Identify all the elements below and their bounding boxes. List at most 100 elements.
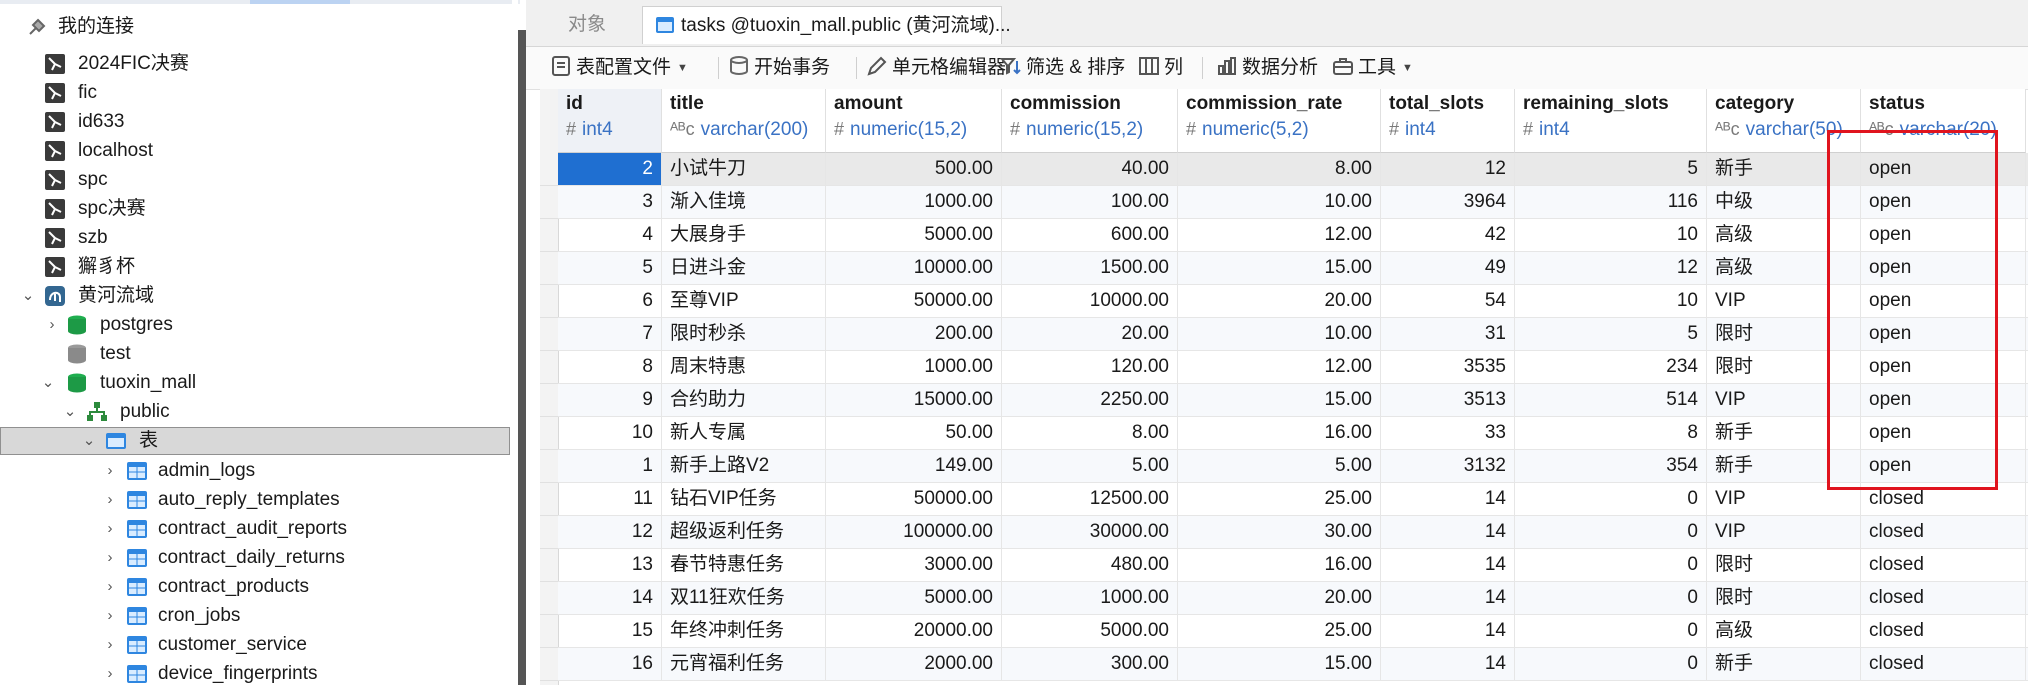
cell-total_slots[interactable]: 3964 (1381, 186, 1515, 218)
cell-title[interactable]: 至尊VIP (662, 285, 826, 317)
cell-amount[interactable]: 3000.00 (826, 549, 1002, 581)
cell-amount[interactable]: 20000.00 (826, 615, 1002, 647)
table-row[interactable]: 5 日进斗金 10000.00 1500.00 15.00 49 12 高级 open (558, 252, 2028, 285)
column-header-id[interactable]: id # int4 (558, 89, 662, 153)
cell-commission_rate[interactable]: 12.00 (1178, 219, 1381, 251)
cell-id[interactable]: 10 (558, 417, 662, 449)
cell-commission_rate[interactable]: 25.00 (1178, 615, 1381, 647)
cell-total_slots[interactable]: 33 (1381, 417, 1515, 449)
tree-database-open[interactable]: ⌄ tuoxin_mall (40, 370, 340, 396)
column-header-remaining_slots[interactable]: remaining_slots # int4 (1515, 89, 1707, 153)
cell-commission_rate[interactable]: 16.00 (1178, 549, 1381, 581)
row-marker[interactable] (540, 252, 558, 285)
cell-category[interactable]: 限时 (1707, 549, 1861, 581)
cell-remaining_slots[interactable]: 5 (1515, 153, 1707, 185)
chevron-right-icon[interactable]: › (102, 574, 118, 600)
row-marker[interactable] (540, 549, 558, 582)
cell-id[interactable]: 1 (558, 450, 662, 482)
chevron-right-icon[interactable]: › (102, 603, 118, 629)
cell-title[interactable]: 大展身手 (662, 219, 826, 251)
cell-total_slots[interactable]: 42 (1381, 219, 1515, 251)
chevron-down-icon[interactable]: ⌄ (20, 283, 36, 309)
tree-connection[interactable]: localhost (44, 138, 404, 164)
tree-connection[interactable]: spc (44, 167, 404, 193)
tree-database[interactable]: test (44, 341, 404, 367)
tree-table-item[interactable]: › contract_daily_returns (102, 545, 462, 571)
cell-amount[interactable]: 200.00 (826, 318, 1002, 350)
cell-id[interactable]: 7 (558, 318, 662, 350)
cell-amount[interactable]: 500.00 (826, 153, 1002, 185)
cell-commission[interactable]: 480.00 (1002, 549, 1178, 581)
chevron-right-icon[interactable]: › (102, 545, 118, 571)
cell-id[interactable]: 11 (558, 483, 662, 515)
cell-id[interactable]: 13 (558, 549, 662, 581)
cell-commission[interactable]: 5000.00 (1002, 615, 1178, 647)
cell-title[interactable]: 限时秒杀 (662, 318, 826, 350)
cell-total_slots[interactable]: 14 (1381, 582, 1515, 614)
column-header-commission_rate[interactable]: commission_rate # numeric(5,2) (1178, 89, 1381, 153)
cell-id[interactable]: 3 (558, 186, 662, 218)
cell-total_slots[interactable]: 14 (1381, 516, 1515, 548)
tree-connection[interactable]: 獬豸杯 (44, 254, 404, 280)
cell-status[interactable]: closed (1861, 648, 2026, 680)
tree-connection[interactable]: id633 (44, 109, 404, 135)
chevron-right-icon[interactable]: › (102, 458, 118, 484)
caret-down-icon[interactable]: ▼ (1402, 62, 1413, 74)
cell-commission_rate[interactable]: 16.00 (1178, 417, 1381, 449)
cell-title[interactable]: 春节特惠任务 (662, 549, 826, 581)
cell-commission_rate[interactable]: 20.00 (1178, 285, 1381, 317)
cell-commission_rate[interactable]: 5.00 (1178, 450, 1381, 482)
cell-id[interactable]: 5 (558, 252, 662, 284)
cell-commission_rate[interactable]: 15.00 (1178, 384, 1381, 416)
chevron-right-icon[interactable]: › (102, 632, 118, 658)
cell-commission[interactable]: 1000.00 (1002, 582, 1178, 614)
table-row[interactable]: 3 渐入佳境 1000.00 100.00 10.00 3964 116 中级 open (558, 186, 2028, 219)
cell-commission[interactable]: 20.00 (1002, 318, 1178, 350)
cell-id[interactable]: 6 (558, 285, 662, 317)
columns-button[interactable]: 列 (1138, 55, 1183, 81)
cell-amount[interactable]: 50000.00 (826, 285, 1002, 317)
cell-total_slots[interactable]: 14 (1381, 483, 1515, 515)
tree-connection[interactable]: fic (44, 80, 404, 106)
chevron-down-icon[interactable]: ⌄ (40, 370, 56, 396)
table-row[interactable]: 12 超级返利任务 100000.00 30000.00 30.00 14 0 VIP clos… (558, 516, 2028, 549)
cell-remaining_slots[interactable]: 0 (1515, 615, 1707, 647)
column-header-total_slots[interactable]: total_slots # int4 (1381, 89, 1515, 153)
cell-total_slots[interactable]: 3513 (1381, 384, 1515, 416)
cell-commission[interactable]: 2250.00 (1002, 384, 1178, 416)
cell-title[interactable]: 渐入佳境 (662, 186, 826, 218)
cell-title[interactable]: 新手上路V2 (662, 450, 826, 482)
cell-title[interactable]: 元宵福利任务 (662, 648, 826, 680)
row-marker[interactable] (540, 450, 558, 483)
tree-schema[interactable]: ⌄ public (62, 399, 362, 425)
cell-remaining_slots[interactable]: 8 (1515, 417, 1707, 449)
cell-amount[interactable]: 10000.00 (826, 252, 1002, 284)
row-marker[interactable] (540, 582, 558, 615)
cell-id[interactable]: 9 (558, 384, 662, 416)
cell-remaining_slots[interactable]: 0 (1515, 516, 1707, 548)
cell-commission[interactable]: 600.00 (1002, 219, 1178, 251)
cell-category[interactable]: 限时 (1707, 582, 1861, 614)
caret-down-icon[interactable]: ▼ (677, 62, 688, 74)
table-row[interactable]: 1 新手上路V2 149.00 5.00 5.00 3132 354 新手 open (558, 450, 2028, 483)
cell-remaining_slots[interactable]: 0 (1515, 483, 1707, 515)
cell-title[interactable]: 日进斗金 (662, 252, 826, 284)
cell-editor-button[interactable]: 单元格编辑器 (866, 55, 1006, 81)
cell-status[interactable]: closed (1861, 516, 2026, 548)
cell-remaining_slots[interactable]: 0 (1515, 582, 1707, 614)
cell-total_slots[interactable]: 14 (1381, 648, 1515, 680)
cell-remaining_slots[interactable]: 354 (1515, 450, 1707, 482)
cell-commission[interactable]: 300.00 (1002, 648, 1178, 680)
tree-database[interactable]: › postgres (44, 312, 404, 338)
cell-commission_rate[interactable]: 15.00 (1178, 648, 1381, 680)
cell-id[interactable]: 16 (558, 648, 662, 680)
cell-commission_rate[interactable]: 25.00 (1178, 483, 1381, 515)
table-row[interactable]: 13 春节特惠任务 3000.00 480.00 16.00 14 0 限时 closed (558, 549, 2028, 582)
row-marker[interactable] (540, 219, 558, 252)
cell-commission[interactable]: 10000.00 (1002, 285, 1178, 317)
cell-total_slots[interactable]: 14 (1381, 549, 1515, 581)
data-analysis-button[interactable]: 数据分析 (1216, 55, 1318, 81)
cell-commission[interactable]: 8.00 (1002, 417, 1178, 449)
cell-commission_rate[interactable]: 10.00 (1178, 186, 1381, 218)
cell-id[interactable]: 15 (558, 615, 662, 647)
